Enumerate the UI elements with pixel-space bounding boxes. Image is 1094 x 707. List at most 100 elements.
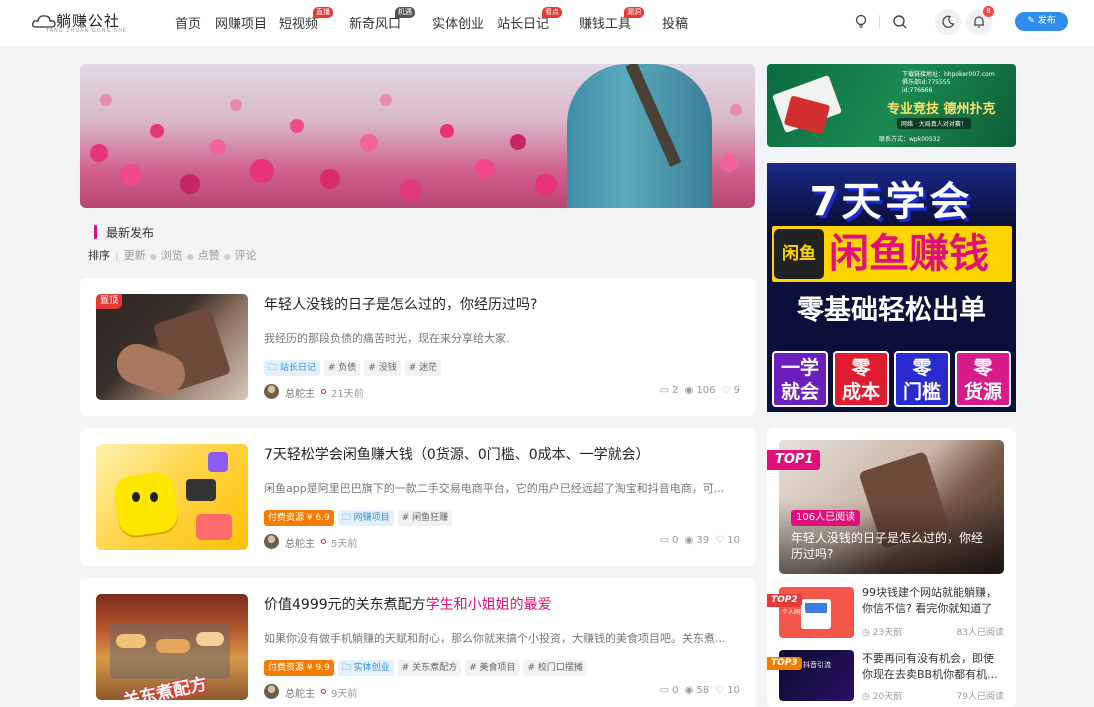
nav-tools[interactable]: 赚钱工具 漏洞 <box>579 7 644 32</box>
post-card[interactable]: 置顶 年轻人没钱的日子是怎么过的，你经历过吗? 我经历的那段负债的痛苦时光，现在… <box>80 278 755 416</box>
hot-posts-widget: 106人已阅读 年轻人没钱的日子是怎么过的，你经历过吗? TOP1 个人网站 T… <box>767 428 1016 707</box>
search-icon[interactable] <box>890 12 910 32</box>
sort-comments[interactable]: 评论 <box>235 247 257 263</box>
post-stats: ▭ 2 ◉ 106 ♡ 9 <box>659 385 740 396</box>
section-accent-bar <box>94 225 97 239</box>
post-excerpt: 闲鱼app是阿里巴巴旗下的一款二手交易电商平台，它的用户已经远超了淘宝和抖音电商… <box>264 482 725 495</box>
post-excerpt: 我经历的那段负债的痛苦时光，现在来分享给大家. <box>264 332 510 345</box>
publish-label: 发布 <box>1037 16 1056 26</box>
hot-item-reads: 83人已阅读 <box>956 628 1004 638</box>
logo-subtitle: TANG ZHUAN GONG SHE <box>46 28 127 34</box>
post-thumbnail[interactable] <box>96 294 248 400</box>
site-header: 躺赚公社 TANG ZHUAN GONG SHE 首页 网赚项目 短视频 直播 … <box>0 0 1094 46</box>
ad-line: id:776666 <box>902 87 933 94</box>
nav-diary[interactable]: 站长日记 看点 <box>497 7 562 32</box>
ad-title: 闲鱼赚钱 <box>829 231 989 277</box>
nav-short-video[interactable]: 短视频 直播 <box>279 7 333 32</box>
pencil-icon: ✎ <box>1027 16 1035 26</box>
rank-badge: TOP3 <box>767 657 802 670</box>
post-tags: 付费资源 ¥ 6.9 🗀 网赚项目 # 闲鱼狂赚 <box>264 510 456 526</box>
post-tags: 付费资源 ¥ 9.9 🗀 实体创业 # 关东煮配方 # 美食项目 # 校门口摆摊 <box>264 660 591 676</box>
clock-dot-icon <box>321 539 326 544</box>
nav-trends[interactable]: 新奇风口 机遇 <box>349 7 415 32</box>
post-meta: 总舵主 5天前 ▭ 0 ◉ 39 ♡ 10 <box>264 533 740 550</box>
ad-subtitle: 零基础轻松出单 <box>797 295 986 326</box>
nav-badge-highlight: 看点 <box>542 7 562 18</box>
category-tag[interactable]: 🗀 实体创业 <box>337 660 394 676</box>
xianyu-ad-banner[interactable]: 7天学会 闲鱼 闲鱼赚钱 零基础轻松出单 一学 就会 零成本 零门槛 零货源 <box>767 163 1016 412</box>
post-tag[interactable]: # 没钱 <box>364 360 401 376</box>
author-avatar[interactable] <box>264 384 279 399</box>
ad-line: 俱乐部id:775555 <box>902 79 951 86</box>
ad-subline: 网络 · 大局真人对对赛！ <box>897 118 971 129</box>
author-name[interactable]: 总舵主 <box>285 385 315 400</box>
folder-icon: 🗀 <box>341 663 351 673</box>
post-card[interactable]: 关东煮配方 价值4999元的关东煮配方学生和小姐姐的最爱 如果你没有做手机躺赚的… <box>80 578 755 707</box>
nav-business[interactable]: 实体创业 <box>432 13 484 32</box>
site-logo[interactable]: 躺赚公社 TANG ZHUAN GONG SHE <box>32 10 142 36</box>
author-avatar[interactable] <box>264 534 279 549</box>
post-title[interactable]: 价值4999元的关东煮配方学生和小姐姐的最爱 <box>264 594 552 614</box>
nav-home[interactable]: 首页 <box>175 13 201 32</box>
post-time: 21天前 <box>331 389 364 400</box>
ad-feature-box: 零货源 <box>955 351 1011 407</box>
ad-feature-box: 零成本 <box>833 351 889 407</box>
comment-icon: ▭ <box>659 535 670 546</box>
post-tag[interactable]: # 闲鱼狂赚 <box>397 510 453 526</box>
nav-tools-label: 赚钱工具 <box>579 17 632 32</box>
post-tag[interactable]: # 校门口摆摊 <box>523 660 587 676</box>
hero-banner[interactable] <box>80 64 755 208</box>
xianyu-logo: 闲鱼 <box>774 229 824 279</box>
thumb-up-icon: ♡ <box>715 535 725 546</box>
post-title[interactable]: 7天轻松学会闲鱼赚大钱（0货源、0门槛、0成本、一学就会） <box>264 444 650 464</box>
post-card[interactable]: 7天轻松学会闲鱼赚大钱（0货源、0门槛、0成本、一学就会） 闲鱼app是阿里巴巴… <box>80 428 755 566</box>
nav-projects[interactable]: 网赚项目 <box>215 13 267 32</box>
ad-line: 下载链接地址：hhpoker007.com <box>902 71 995 78</box>
nav-badge-loophole: 漏洞 <box>624 7 644 18</box>
post-tag[interactable]: # 美食项目 <box>465 660 520 676</box>
ad-feature-box: 零门槛 <box>894 351 950 407</box>
sort-likes[interactable]: 点赞 <box>198 247 220 263</box>
hot-item-time: ◷ 23天前 <box>862 628 903 638</box>
lightbulb-icon[interactable] <box>851 12 871 32</box>
post-title[interactable]: 年轻人没钱的日子是怎么过的，你经历过吗? <box>264 294 537 314</box>
post-tag[interactable]: # 负债 <box>323 360 361 376</box>
comment-icon: ▭ <box>659 685 670 696</box>
thumb-up-icon: ♡ <box>721 385 731 396</box>
post-stats: ▭ 0 ◉ 39 ♡ 10 <box>659 535 740 546</box>
category-tag[interactable]: 🗀 网赚项目 <box>337 510 394 526</box>
post-tag[interactable]: # 关东煮配方 <box>397 660 462 676</box>
folder-icon: 🗀 <box>268 363 278 373</box>
sort-views[interactable]: 浏览 <box>161 247 183 263</box>
hot-item-time: ◷ 20天前 <box>862 692 903 702</box>
top1-title: 年轻人没钱的日子是怎么过的，你经历过吗? <box>791 531 984 561</box>
eye-icon: ◉ <box>684 385 694 396</box>
nav-diary-label: 站长日记 <box>497 17 550 32</box>
thumb-up-icon: ♡ <box>715 685 725 696</box>
author-avatar[interactable] <box>264 684 279 699</box>
pinned-badge: 置顶 <box>96 294 123 309</box>
post-thumbnail[interactable]: 关东煮配方 <box>96 594 248 700</box>
publish-button[interactable]: ✎ 发布 <box>1015 12 1068 31</box>
read-count-badge: 106人已阅读 <box>791 510 861 526</box>
folder-icon: 🗀 <box>341 513 351 523</box>
dark-mode-toggle[interactable] <box>935 9 961 35</box>
post-excerpt: 如果你没有做手机躺赚的天赋和耐心，那么你就来搞个小投资，大赚钱的美食项目吧。关东… <box>264 632 726 645</box>
hot-item-title[interactable]: 99块钱建个网站就能躺赚，你信不信? 看完你就知道了 <box>862 585 1004 617</box>
poker-ad-banner[interactable]: 下载链接地址：hhpoker007.com 俱乐部id:775555 id:77… <box>767 64 1016 147</box>
post-thumbnail[interactable] <box>96 444 248 550</box>
moon-icon <box>942 15 955 28</box>
post-tag[interactable]: # 迷茫 <box>404 360 442 376</box>
author-name[interactable]: 总舵主 <box>285 685 315 700</box>
ad-contact: 联系方式：wpk00532 <box>879 136 941 143</box>
hot-item-title[interactable]: 不要再问有没有机会，即使你现在去卖BB机你都有机... <box>862 651 1004 683</box>
sort-label: 排序 <box>88 249 110 262</box>
nav-submit[interactable]: 投稿 <box>662 13 688 32</box>
cloud-icon <box>32 15 56 28</box>
sort-bar: 排序 | 更新 ● 浏览 ● 点赞 ● 评论 <box>88 247 257 263</box>
sort-update[interactable]: 更新 <box>124 247 146 263</box>
section-title: 最新发布 <box>106 226 155 240</box>
author-name[interactable]: 总舵主 <box>285 535 315 550</box>
category-tag[interactable]: 🗀 站长日记 <box>264 360 320 376</box>
post-meta: 总舵主 9天前 ▭ 0 ◉ 58 ♡ 10 <box>264 683 740 700</box>
